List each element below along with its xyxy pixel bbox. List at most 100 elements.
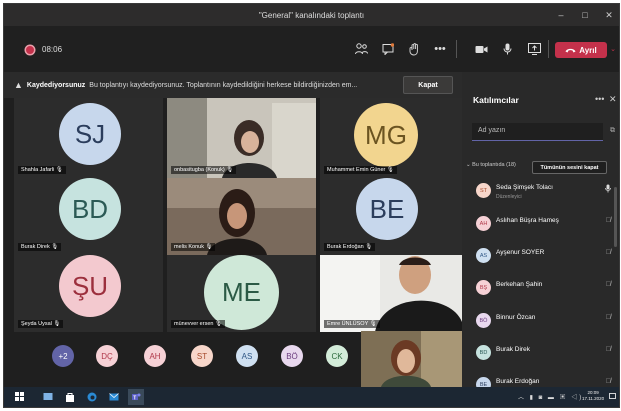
participant-name: melis Konuk 🎙 [171, 243, 216, 251]
hang-up-icon [565, 48, 576, 53]
participant-search-input[interactable]: Ad yazın [472, 123, 603, 141]
close-panel-icon[interactable]: ✕ [609, 94, 617, 105]
share-screen-icon[interactable] [525, 40, 543, 58]
participant-tile[interactable]: ME münevver ersen 🎙 [167, 255, 316, 332]
participant-chip[interactable]: ST [191, 345, 213, 367]
edge-browser-icon[interactable] [86, 391, 97, 402]
participant-name: münevver ersen 🎙 [171, 320, 225, 328]
panel-title: Katılımcılar [473, 95, 519, 105]
avatar: ME [204, 255, 279, 330]
avatar: ST [476, 183, 491, 198]
participant-name: Binnur Özcan [496, 314, 536, 321]
avatar: BŞ [476, 280, 491, 295]
notification-icon[interactable] [608, 391, 616, 402]
toolbar-divider [548, 40, 549, 58]
participant-row[interactable]: ST Seda Şimşek Tolacı Düzenleyici [476, 179, 611, 205]
mute-all-button[interactable]: Tümünün sesini kapat [532, 161, 607, 174]
mic-muted-icon: 🎙̸ [605, 249, 611, 256]
avatar: BE [356, 178, 418, 240]
participant-video-tile[interactable]: onbasitugba (Konuk) 🎙 [167, 98, 316, 178]
recording-icon [26, 46, 34, 54]
leave-label: Ayrıl [579, 45, 597, 55]
participant-tile[interactable]: BE Burak Erdoğan 🎙 [320, 178, 462, 255]
participant-tile[interactable]: ŞU Şeyda Uysal 🎙 [14, 255, 163, 332]
participant-tile[interactable]: BD Burak Direk 🎙 [14, 178, 163, 255]
mic-muted-icon: 🎙̸ [605, 281, 611, 288]
panel-more-icon[interactable]: ••• [595, 94, 604, 104]
participant-row[interactable]: AS Ayşenur SOYER 🎙̸ [476, 244, 611, 270]
minimize-button[interactable]: – [550, 4, 572, 26]
meeting-toolbar: 08:06 ••• Ayrıl ⌄ [4, 26, 619, 72]
mic-muted-icon: 🎙̸ [605, 378, 611, 385]
participant-chip[interactable]: AS [236, 345, 258, 367]
in-meeting-section-header[interactable]: ⌄ Bu toplantıda (18) [466, 162, 516, 168]
participant-row[interactable]: BD Burak Direk 🎙̸ [476, 341, 611, 367]
maximize-button[interactable]: □ [574, 4, 596, 26]
participant-name: Burak Erdoğan 🎙 [324, 243, 376, 251]
participant-name: Aslıhan Büşra Hameş [496, 217, 559, 224]
microphone-icon [605, 184, 611, 195]
close-window-button[interactable]: ✕ [598, 4, 619, 26]
svg-text:T: T [133, 395, 136, 401]
participant-row[interactable]: BŞ Berkehan Şahin 🎙̸ [476, 276, 611, 302]
avatar: AH [476, 216, 491, 231]
participant-name: onbasitugba (Konuk) 🎙 [171, 166, 237, 174]
participant-name: Muhammet Emin Güner 🎙 [324, 166, 397, 174]
participant-name: Shahla Jafarli 🎙 [18, 166, 66, 174]
avatar: BD [59, 178, 121, 240]
participant-name: Emre ÜNLÜSOY 🎙 [324, 320, 380, 328]
mic-muted-icon: 🎙̸ [605, 346, 611, 353]
mail-icon[interactable] [108, 391, 119, 402]
participant-tile[interactable]: SJ Shahla Jafarli 🎙 [14, 98, 163, 178]
avatar: BÖ [476, 313, 491, 328]
store-icon[interactable] [64, 391, 75, 402]
windows-taskbar: T ︿ ▮ ◙ ▬ ▣ ◁) 20:09 17.11.2020 [4, 387, 619, 407]
participant-video-tile[interactable]: Emre ÜNLÜSOY 🎙 [320, 255, 462, 332]
share-invite-icon[interactable]: ⧉ [610, 127, 615, 135]
avatar: BD [476, 345, 491, 360]
recording-banner: ▲ Kaydediyorsunuz Bu toplantıyı kaydediy… [4, 72, 462, 98]
panel-scrollbar[interactable] [614, 187, 617, 247]
participant-name: Şeyda Uysal 🎙 [18, 320, 64, 328]
leave-button[interactable]: Ayrıl [555, 42, 607, 58]
windows-start-icon[interactable] [14, 391, 25, 402]
participant-tile[interactable]: MG Muhammet Emin Güner 🎙 [320, 98, 462, 178]
video-grid: SJ Shahla Jafarli 🎙 onbasitugba (Konuk) … [14, 98, 462, 332]
toolbar-divider [456, 40, 457, 58]
more-participants-button[interactable]: +2 [52, 345, 74, 367]
chevron-down-icon[interactable]: ⌄ [608, 40, 618, 58]
avatar: AS [476, 248, 491, 263]
participant-role: Düzenleyici [496, 194, 522, 200]
raise-hand-icon[interactable] [405, 40, 423, 58]
avatar: MG [354, 103, 418, 167]
participant-row[interactable]: BÖ Binnur Özcan 🎙̸ [476, 309, 611, 335]
microphone-icon[interactable] [498, 40, 516, 58]
participant-row[interactable]: AH Aslıhan Büşra Hameş 🎙̸ [476, 212, 611, 238]
camera-icon[interactable] [472, 40, 490, 58]
participant-name: Seda Şimşek Tolacı [496, 184, 553, 191]
participant-name: Burak Direk [496, 346, 530, 353]
participant-video-tile[interactable]: melis Konuk 🎙 [167, 178, 316, 255]
taskbar-clock[interactable]: 20:09 17.11.2020 [582, 390, 604, 402]
participants-icon[interactable] [352, 40, 370, 58]
clock-date: 17.11.2020 [582, 396, 605, 401]
avatar: SJ [59, 103, 121, 165]
avatar: ŞU [59, 255, 121, 317]
banner-text: Bu toplantıyı kaydediyorsunuz. Toplantın… [89, 81, 358, 89]
self-video-preview [361, 331, 462, 387]
participant-chip[interactable]: DÇ [96, 345, 118, 367]
participant-chip[interactable]: AH [144, 345, 166, 367]
meeting-timer: 08:06 [42, 45, 63, 54]
participant-name: Berkehan Şahin [496, 281, 543, 288]
teams-app-icon[interactable]: T [128, 389, 144, 405]
participant-name: Ayşenur SOYER [496, 249, 545, 256]
more-options-icon[interactable]: ••• [431, 40, 449, 58]
dismiss-banner-button[interactable]: Kapat [403, 76, 453, 94]
participant-chip[interactable]: CK [326, 345, 348, 367]
task-view-icon[interactable] [42, 391, 53, 402]
title-bar: "General" kanalındaki toplantı – □ ✕ [4, 4, 619, 26]
system-tray[interactable]: ︿ ▮ ◙ ▬ ▣ ◁) [518, 392, 583, 401]
participant-chip[interactable]: BÖ [281, 345, 303, 367]
chat-icon[interactable] [379, 40, 397, 58]
participant-name: Burak Direk 🎙 [18, 243, 62, 251]
